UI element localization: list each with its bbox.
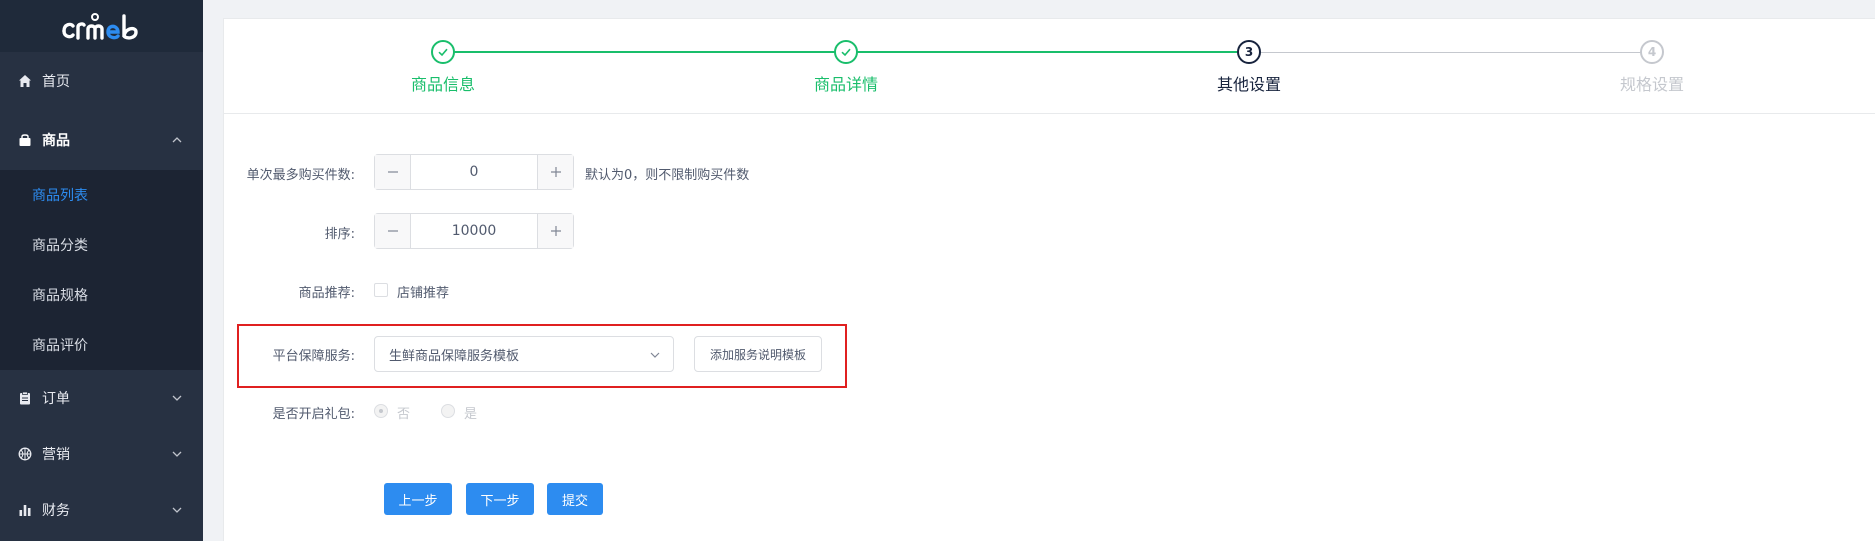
- next-step-button[interactable]: 下一步: [466, 483, 534, 515]
- chevron-down-icon: [172, 395, 182, 401]
- step-connector: [1251, 52, 1642, 53]
- chevron-down-icon: [172, 507, 182, 513]
- bar-chart-icon: [16, 501, 34, 519]
- sidebar-item-product-list[interactable]: 商品列表: [0, 170, 203, 220]
- logo[interactable]: [0, 0, 203, 52]
- step-number: 4: [1640, 40, 1664, 64]
- max-purchase-hint: 默认为0，则不限制购买件数: [585, 168, 750, 183]
- prev-step-button[interactable]: 上一步: [384, 483, 452, 515]
- step-number: 3: [1237, 40, 1261, 64]
- max-purchase-input[interactable]: 0: [411, 155, 537, 189]
- increment-button[interactable]: [537, 155, 573, 189]
- increment-button[interactable]: [537, 214, 573, 248]
- chevron-down-icon: [172, 451, 182, 457]
- minus-icon: [387, 230, 398, 232]
- sidebar: 首页 商品 商品列表 商品分类 商品规格 商品评价 订单 营销 财务: [0, 0, 203, 541]
- max-purchase-label: 单次最多购买件数:: [246, 168, 355, 183]
- basketball-icon: [16, 445, 34, 463]
- guarantee-template-select[interactable]: 生鲜商品保障服务模板: [374, 336, 674, 372]
- gift-yes-label[interactable]: 是: [464, 403, 477, 422]
- sidebar-item-orders[interactable]: 订单: [0, 370, 203, 426]
- step-label: 规格设置: [1619, 75, 1685, 94]
- sidebar-item-label: 订单: [42, 391, 70, 407]
- recommend-label: 商品推荐:: [298, 286, 355, 301]
- step-label: 商品详情: [813, 75, 879, 94]
- products-submenu: 商品列表 商品分类 商品规格 商品评价: [0, 170, 203, 370]
- gift-no-label[interactable]: 否: [397, 403, 410, 422]
- sidebar-item-label: 商品: [42, 133, 70, 149]
- clipboard-icon: [16, 389, 34, 407]
- decrement-button[interactable]: [375, 155, 411, 189]
- gift-no-radio[interactable]: [374, 404, 388, 418]
- sidebar-item-marketing[interactable]: 营销: [0, 426, 203, 482]
- plus-icon: [550, 226, 561, 236]
- guarantee-selected-value: 生鲜商品保障服务模板: [389, 348, 520, 364]
- step-connector: [445, 51, 836, 53]
- sidebar-item-label: 营销: [42, 447, 70, 463]
- sidebar-item-product-spec[interactable]: 商品规格: [0, 270, 203, 320]
- step-check-icon: [834, 40, 858, 64]
- sort-label: 排序:: [324, 227, 355, 242]
- gift-yes-radio[interactable]: [441, 404, 455, 418]
- home-icon: [16, 72, 34, 90]
- gift-label: 是否开启礼包:: [272, 407, 355, 422]
- sidebar-item-label: 财务: [42, 503, 70, 519]
- steps: 商品信息 商品详情 3 其他设置 4 规格设置: [224, 19, 1875, 114]
- step-label: 商品信息: [410, 75, 476, 94]
- sidebar-item-products[interactable]: 商品: [0, 110, 203, 170]
- step-connector: [848, 51, 1239, 53]
- step-check-icon: [431, 40, 455, 64]
- sidebar-item-label: 首页: [42, 74, 70, 90]
- crmeb-logo-icon: [61, 13, 138, 40]
- sidebar-item-home[interactable]: 首页: [0, 52, 203, 110]
- bag-icon: [16, 131, 34, 149]
- sort-stepper: 10000: [374, 213, 574, 249]
- sidebar-item-product-review[interactable]: 商品评价: [0, 320, 203, 370]
- edit-product-card: 商品信息 商品详情 3 其他设置 4 规格设置 单次最多购买件数: 0 默认为0…: [223, 18, 1875, 541]
- guarantee-label: 平台保障服务:: [272, 349, 355, 364]
- shop-recommend-label[interactable]: 店铺推荐: [397, 282, 449, 301]
- sort-input[interactable]: 10000: [411, 214, 537, 248]
- sidebar-item-product-category[interactable]: 商品分类: [0, 220, 203, 270]
- chevron-up-icon: [172, 137, 182, 143]
- sidebar-item-finance[interactable]: 财务: [0, 482, 203, 538]
- add-service-template-button[interactable]: 添加服务说明模板: [694, 336, 822, 372]
- submit-button[interactable]: 提交: [547, 483, 603, 515]
- decrement-button[interactable]: [375, 214, 411, 248]
- shop-recommend-checkbox[interactable]: [374, 283, 388, 297]
- minus-icon: [387, 171, 398, 173]
- step-label: 其他设置: [1216, 75, 1282, 94]
- plus-icon: [550, 167, 561, 177]
- chevron-down-icon: [650, 352, 660, 358]
- max-purchase-stepper: 0: [374, 154, 574, 190]
